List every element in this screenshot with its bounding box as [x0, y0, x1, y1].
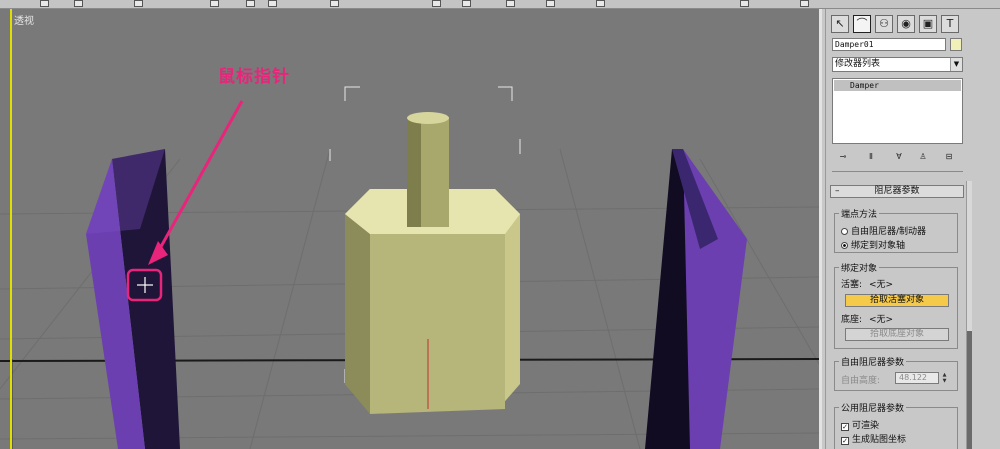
rollout-area: – 阻尼器参数 端点方法 自由阻尼器/制动器 绑定到对象轴 绑定对象 活塞: <…	[830, 181, 965, 449]
chevron-down-icon[interactable]: ▼	[950, 58, 962, 71]
motion-icon[interactable]: ◉	[897, 15, 915, 33]
object-color-swatch[interactable]	[950, 38, 962, 51]
toolbar-button[interactable]	[74, 0, 83, 7]
toolbar-button[interactable]	[134, 0, 143, 7]
annotation-label: 鼠标指针	[218, 67, 290, 87]
perspective-viewport[interactable]: 透视 鼠标指针	[0, 9, 822, 449]
toolbar-button[interactable]	[800, 0, 809, 7]
panel-scrollbar[interactable]	[966, 181, 972, 449]
stack-item-damper[interactable]: Damper	[834, 80, 961, 91]
pick-base-button[interactable]: 拾取底座对象	[845, 328, 949, 341]
modifier-stack[interactable]: Damper	[832, 78, 963, 144]
toolbar-button[interactable]	[740, 0, 749, 7]
group-title: 绑定对象	[839, 261, 880, 274]
toolbar-button[interactable]	[330, 0, 339, 7]
toolbar-button[interactable]	[462, 0, 471, 7]
modifier-list-label: 修改器列表	[835, 59, 881, 69]
pick-piston-button[interactable]: 拾取活塞对象	[845, 294, 949, 307]
base-value: <无>	[869, 315, 894, 325]
renderable-checkbox[interactable]: ✓ 可渲染	[841, 418, 879, 431]
toolbar-button[interactable]	[210, 0, 219, 7]
main-toolbar	[0, 0, 1000, 9]
checkbox-label: 可渲染	[852, 421, 880, 431]
toolbar-button[interactable]	[40, 0, 49, 7]
spinner-arrows-icon[interactable]: ▲ ▼	[941, 372, 948, 384]
rollout-header-damper-params[interactable]: – 阻尼器参数	[830, 185, 964, 198]
show-end-result-icon[interactable]: Ⅱ	[864, 151, 878, 164]
base-label: 底座:	[841, 315, 863, 325]
piston-label: 活塞:	[841, 280, 863, 290]
checkbox-indicator[interactable]: ✓	[841, 437, 849, 445]
piston-value: <无>	[869, 280, 894, 290]
radio-indicator[interactable]	[841, 242, 848, 249]
binding-objects-group: 绑定对象 活塞: <无> 拾取活塞对象 底座: <无> 拾取底座对象	[834, 261, 958, 349]
radio-label: 绑定到对象轴	[851, 241, 906, 251]
configure-sets-icon[interactable]: ⊟	[942, 151, 956, 164]
pin-stack-icon[interactable]: ⊸	[836, 151, 850, 164]
toolbar-button[interactable]	[432, 0, 441, 7]
toolbar-button[interactable]	[596, 0, 605, 7]
toolbar-button[interactable]	[246, 0, 255, 7]
toolbar-button[interactable]	[506, 0, 515, 7]
remove-modifier-icon[interactable]: ♙	[916, 151, 930, 164]
checkbox-label: 生成贴图坐标	[852, 435, 907, 445]
toolbar-button[interactable]	[546, 0, 555, 7]
command-panel: ↖ ⌒ ⚇ ◉ ▣ T Damper01 修改器列表 ▼ Damper ⊸ Ⅱ …	[825, 9, 1000, 449]
make-unique-icon[interactable]: ∀	[892, 151, 906, 164]
gen-map-coords-checkbox[interactable]: ✓ 生成贴图坐标	[841, 432, 906, 445]
free-height-spinner[interactable]: 48.122	[895, 372, 939, 384]
stack-toolbar: ⊸ Ⅱ ∀ ♙ ⊟	[832, 151, 963, 165]
collapse-icon: –	[835, 186, 840, 196]
create-icon[interactable]: ↖	[831, 15, 849, 33]
display-icon[interactable]: ▣	[919, 15, 937, 33]
rollout-title: 阻尼器参数	[874, 186, 920, 196]
modify-icon[interactable]: ⌒	[853, 15, 871, 33]
group-title: 端点方法	[839, 207, 880, 220]
free-damper-params-group: 自由阻尼器参数 自由高度: 48.122 ▲ ▼	[834, 355, 958, 391]
group-title: 公用阻尼器参数	[839, 401, 907, 414]
common-damper-params-group: 公用阻尼器参数 ✓ 可渲染 ✓ 生成贴图坐标	[834, 401, 958, 449]
radio-label: 自由阻尼器/制动器	[851, 227, 927, 237]
panel-divider	[832, 171, 963, 172]
radio-indicator[interactable]	[841, 228, 848, 235]
object-name-field[interactable]: Damper01	[832, 38, 946, 51]
checkbox-indicator[interactable]: ✓	[841, 423, 849, 431]
free-height-label: 自由高度:	[841, 376, 881, 386]
scrollbar-thumb[interactable]	[967, 331, 972, 449]
endpoint-method-group: 端点方法 自由阻尼器/制动器 绑定到对象轴	[834, 207, 958, 253]
toolbar-button[interactable]	[268, 0, 277, 7]
radio-bind-to-object[interactable]: 绑定到对象轴	[841, 238, 905, 251]
hierarchy-icon[interactable]: ⚇	[875, 15, 893, 33]
utilities-icon[interactable]: T	[941, 15, 959, 33]
radio-free-damper[interactable]: 自由阻尼器/制动器	[841, 224, 926, 237]
group-title: 自由阻尼器参数	[839, 355, 907, 368]
viewport-label[interactable]: 透视	[14, 12, 34, 27]
viewport-active-border	[10, 9, 819, 449]
modifier-list-dropdown[interactable]: 修改器列表 ▼	[832, 57, 963, 72]
